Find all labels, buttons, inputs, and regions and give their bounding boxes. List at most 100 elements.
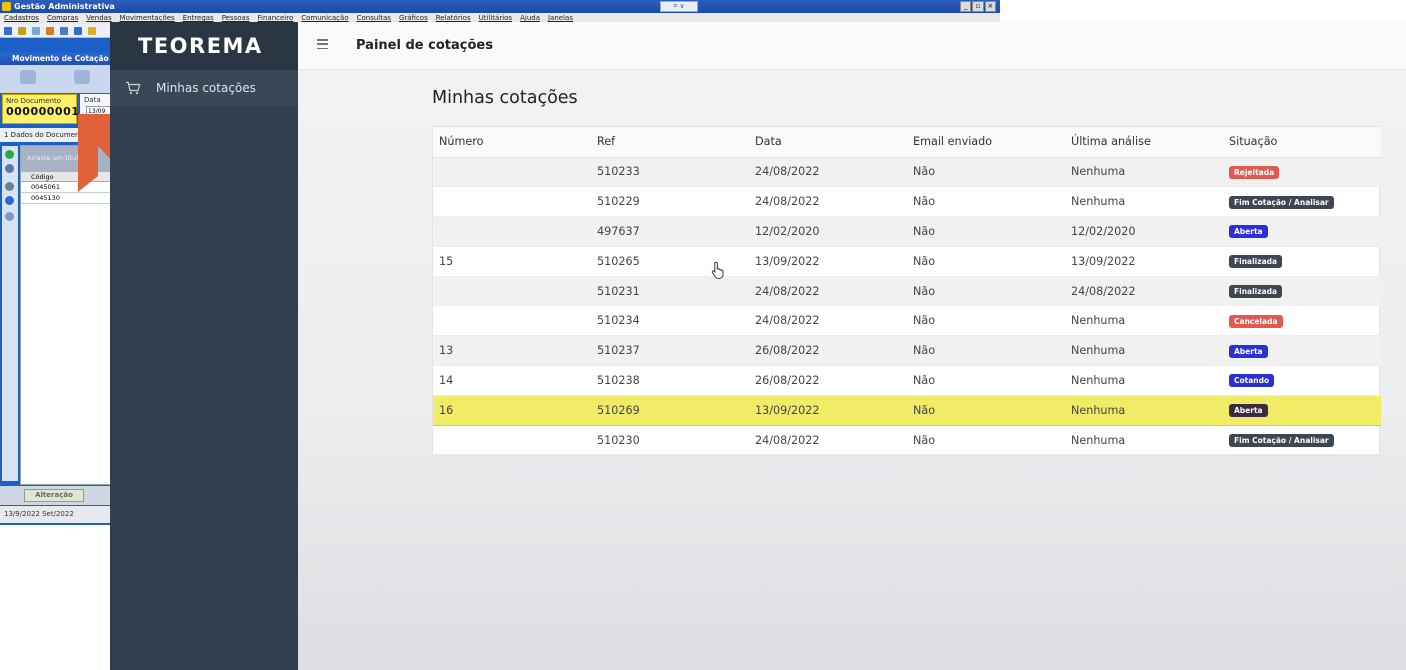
teorema-logo: TEOREMA (138, 34, 263, 58)
legacy-menu-item[interactable]: Consultas (357, 14, 391, 22)
sidebar-item-label: Minhas cotações (156, 81, 256, 95)
legacy-menu-item[interactable]: Gráficos (399, 14, 428, 22)
topbar: Painel de cotações (298, 22, 1406, 70)
grid-icon[interactable] (5, 182, 14, 191)
tool-icon[interactable] (74, 27, 82, 35)
cell-data: 26/08/2022 (749, 335, 907, 367)
alteracao-button[interactable]: Alteração (24, 489, 84, 502)
table-row[interactable]: 510229 24/08/2022 Não Nenhuma Fim Cotação / … (433, 186, 1381, 218)
status-badge: Fim Cotação / Analisar (1229, 195, 1334, 209)
sidebar-item-minhas-cotacoes[interactable]: Minhas cotações (110, 70, 298, 106)
refresh-icon[interactable] (74, 70, 90, 84)
legacy-menu-item[interactable]: Financeiro (258, 14, 294, 22)
table-row[interactable]: 510233 24/08/2022 Não Nenhuma Rejeitada (433, 157, 1381, 188)
add-icon[interactable] (5, 150, 14, 159)
info-icon[interactable] (5, 196, 14, 205)
legacy-menu-item[interactable]: Entregas (183, 14, 214, 22)
cell-data: 26/08/2022 (749, 365, 907, 396)
tool-icon[interactable] (46, 27, 54, 35)
legacy-menu-item[interactable]: Cadastros (4, 14, 39, 22)
main-area: Painel de cotações Minhas cotações Númer… (298, 22, 1406, 670)
table-row[interactable]: 13 510237 26/08/2022 Não Nenhuma Aberta (433, 335, 1381, 367)
column-header-numero[interactable]: Número (433, 127, 591, 158)
table-row[interactable]: 15 510265 13/09/2022 Não 13/09/2022 Finalizad… (433, 246, 1381, 277)
status-badge: Rejeitada (1229, 165, 1280, 179)
legacy-menu-item[interactable]: Vendas (86, 14, 111, 22)
column-header-data[interactable]: Data (749, 127, 907, 158)
tool-icon[interactable] (4, 27, 12, 35)
nro-documento-value: 0000000016 (6, 105, 88, 118)
close-button[interactable]: × (984, 1, 996, 12)
table-row[interactable]: 510231 24/08/2022 Não 24/08/2022 Finalizada (433, 276, 1381, 307)
legacy-menu-item[interactable]: Pessoas (222, 14, 250, 22)
cell-ultima-analise: Nenhuma (1065, 425, 1223, 456)
legacy-menu-item[interactable]: Utilitários (479, 14, 513, 22)
column-header-email[interactable]: Email enviado (907, 127, 1065, 158)
cell-situacao: Cancelada (1223, 305, 1381, 337)
legacy-nav (0, 65, 112, 93)
cell-numero: 13 (433, 335, 591, 367)
status-badge: Aberta (1229, 404, 1268, 418)
cell-ref: 510234 (591, 305, 749, 337)
table-header-row: Número Ref Data Email enviado Última aná… (433, 127, 1381, 158)
cell-ref: 497637 (591, 216, 749, 247)
status-badge: Cancelada (1229, 314, 1283, 328)
cell-email-enviado: Não (907, 157, 1065, 188)
cell-ref: 510237 (591, 335, 749, 367)
brand[interactable]: TEOREMA (110, 22, 298, 70)
hand-cursor-icon (711, 261, 724, 279)
tool-icon[interactable] (60, 27, 68, 35)
cell-ultima-analise: 12/02/2020 (1065, 216, 1223, 247)
cell-data: 24/08/2022 (749, 186, 907, 218)
back-icon[interactable] (20, 70, 36, 84)
doc-icon[interactable] (5, 212, 14, 221)
cell-situacao: Fim Cotação / Analisar (1223, 425, 1381, 456)
minimize-button[interactable]: _ (960, 1, 972, 12)
column-header-ultima-analise[interactable]: Última análise (1065, 127, 1223, 158)
table-row[interactable]: 14 510238 26/08/2022 Não Nenhuma Cotando (433, 365, 1381, 396)
status-badge: Fim Cotação / Analisar (1229, 434, 1334, 448)
table-row[interactable]: 16 510269 13/09/2022 Não Nenhuma Aberta (433, 394, 1381, 426)
cell-data: 24/08/2022 (749, 276, 907, 307)
cell-situacao: Aberta (1223, 394, 1381, 426)
legacy-menu-item[interactable]: Compras (47, 14, 78, 22)
list-icon[interactable] (5, 164, 14, 173)
cell-ref: 510229 (591, 186, 749, 218)
legacy-bottombar: Alteração (0, 486, 112, 505)
cell-numero (433, 276, 591, 307)
nro-documento-label: Nro Documento (6, 97, 62, 105)
cell-email-enviado: Não (907, 305, 1065, 337)
maximize-button[interactable]: ▫ (972, 1, 984, 12)
column-header-ref[interactable]: Ref (591, 127, 749, 158)
cell-email-enviado: Não (907, 246, 1065, 277)
table-row[interactable]: 510234 24/08/2022 Não Nenhuma Cancelada (433, 305, 1381, 337)
tool-icon[interactable] (88, 27, 96, 35)
window-combo[interactable]: ⌗ ∨ (660, 1, 698, 12)
legacy-menu-item[interactable]: Janelas (548, 14, 573, 22)
cart-icon (126, 81, 141, 95)
cell-ultima-analise: Nenhuma (1065, 335, 1223, 367)
cell-ultima-analise: Nenhuma (1065, 394, 1223, 426)
table-row[interactable]: 510230 24/08/2022 Não Nenhuma Fim Cotação / … (433, 425, 1381, 456)
header-title: Painel de cotações (356, 38, 493, 53)
tool-icon[interactable] (32, 27, 40, 35)
cell-ref: 510265 (591, 246, 749, 277)
cell-email-enviado: Não (907, 365, 1065, 396)
cell-ultima-analise: 24/08/2022 (1065, 276, 1223, 307)
legacy-menu-item[interactable]: Relatórios (436, 14, 471, 22)
cell-numero: 15 (433, 246, 591, 277)
legacy-menu-item[interactable]: Ajuda (520, 14, 540, 22)
legacy-side-icons (2, 146, 18, 481)
cell-ref: 510238 (591, 365, 749, 396)
nro-documento-field[interactable]: Nro Documento 0000000016 (2, 94, 88, 124)
legacy-menu-item[interactable]: Movimentações (120, 14, 175, 22)
cell-ref: 510233 (591, 157, 749, 188)
table-row[interactable]: 497637 12/02/2020 Não 12/02/2020 Aberta (433, 216, 1381, 247)
cell-numero (433, 157, 591, 188)
column-header-situacao[interactable]: Situação (1223, 127, 1381, 158)
legacy-menu-item[interactable]: Comunicação (301, 14, 348, 22)
tool-icon[interactable] (18, 27, 26, 35)
hamburger-icon[interactable] (317, 39, 328, 50)
cell-numero (433, 305, 591, 337)
cell-ultima-analise: 13/09/2022 (1065, 246, 1223, 277)
